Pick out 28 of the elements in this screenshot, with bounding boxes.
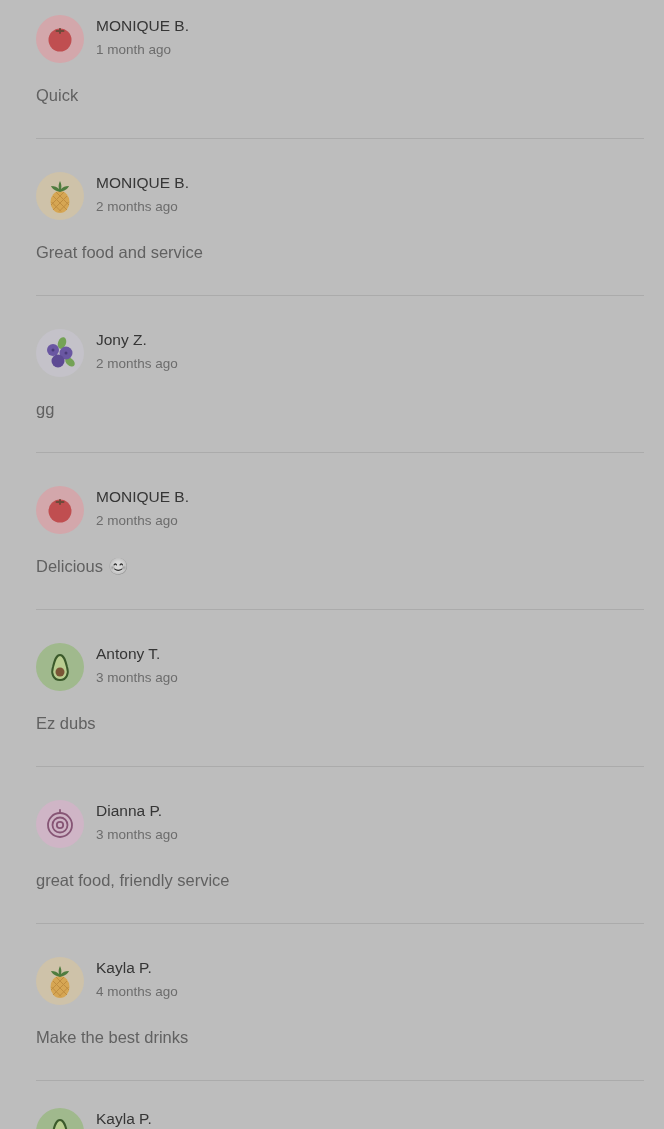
review-time: 2 months ago [96,512,179,530]
reviewer-name: MONIQUE B. [96,173,189,193]
review-time: 3 months ago [96,669,178,687]
reviewer-name: Dianna P. [96,801,164,821]
avocado-avatar-icon [36,643,84,691]
review-comment: great food, friendly service [36,870,231,890]
pineapple-avatar-icon [36,957,84,1005]
review-time: 3 months ago [96,826,178,844]
tomato-avatar-icon [36,486,84,534]
review-comment: Make the best drinks [36,1027,190,1047]
review-time: 2 months ago [96,355,178,373]
review-time: 4 months ago [96,983,178,1001]
review-time: 2 months ago [96,198,179,216]
reviewer-name: MONIQUE B. [96,487,189,507]
onion-avatar-icon [36,800,84,848]
reviewer-name: Antony T. [96,644,162,664]
review-comment: Quick [36,85,80,105]
tomato-avatar-icon [36,15,84,63]
review-comment: Ez dubs [36,713,97,733]
reviewer-name: Kayla P. [96,1109,152,1129]
review-comment: gg [36,399,56,419]
review-comment: Great food and service [36,242,204,262]
review-time: 1 month ago [96,41,173,59]
blueberries-avatar-icon [36,329,84,377]
reviewer-name: Kayla P. [96,958,153,978]
reviewer-name: MONIQUE B. [96,16,189,36]
pineapple-avatar-icon [36,172,84,220]
reviewer-name: Jony Z. [96,330,148,350]
